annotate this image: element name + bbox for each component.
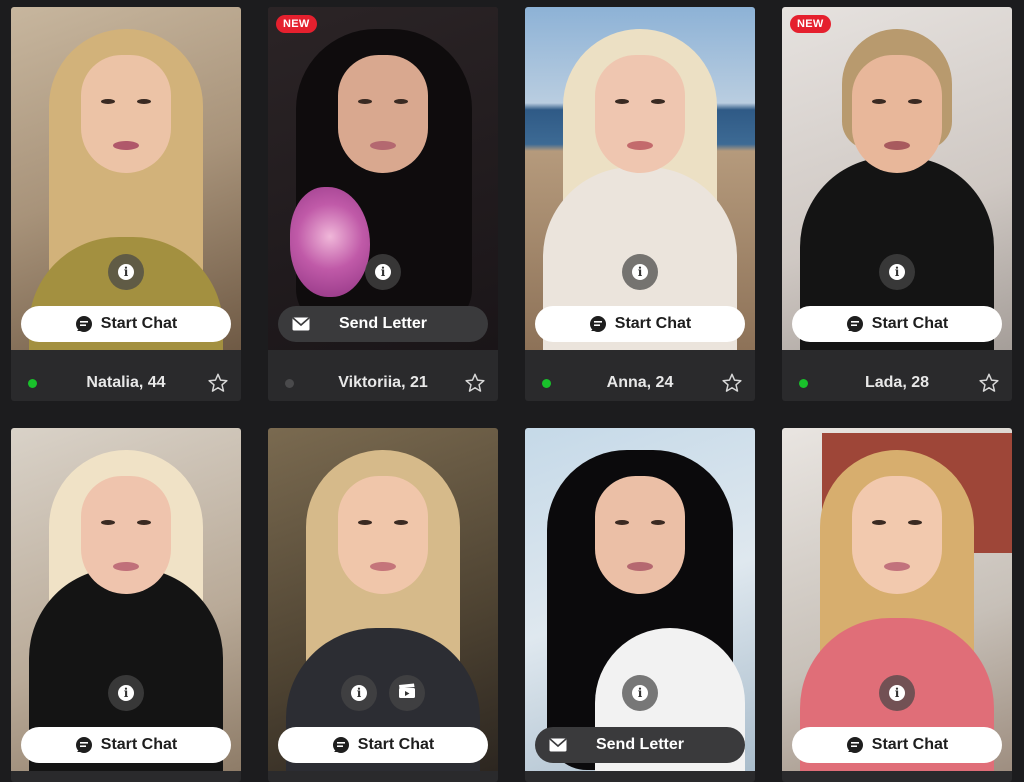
profile-card[interactable]: i Start Chat Anna, 24: [525, 7, 755, 401]
chat-bubble-icon: [846, 736, 864, 754]
profile-card[interactable]: NEW i Start Chat Lada, 28: [782, 7, 1012, 401]
video-clapperboard-button[interactable]: [389, 675, 425, 711]
send-letter-label: Send Letter: [338, 315, 427, 332]
start-chat-button[interactable]: Start Chat: [278, 727, 488, 763]
profile-photo[interactable]: [525, 7, 755, 350]
start-chat-label: Start Chat: [871, 315, 949, 332]
start-chat-button[interactable]: Start Chat: [21, 727, 231, 763]
envelope-icon: [292, 317, 310, 331]
favorite-star-icon[interactable]: [978, 372, 1000, 399]
start-chat-button[interactable]: Start Chat: [535, 306, 745, 342]
profile-photo[interactable]: [11, 428, 241, 771]
start-chat-label: Start Chat: [357, 736, 435, 753]
profile-info-button[interactable]: i: [879, 675, 915, 711]
info-icon: i: [632, 685, 648, 701]
new-badge: NEW: [276, 15, 317, 33]
start-chat-button[interactable]: Start Chat: [21, 306, 231, 342]
profile-card[interactable]: i Start Chat: [11, 428, 241, 782]
online-status-dot: [799, 378, 808, 388]
profile-card[interactable]: i Send Letter: [525, 428, 755, 782]
favorite-star-icon[interactable]: [464, 372, 486, 399]
start-chat-button[interactable]: Start Chat: [792, 727, 1002, 763]
chat-bubble-icon: [75, 315, 93, 333]
profile-photo[interactable]: [268, 7, 498, 350]
profile-footer: Viktoriia, 21: [268, 358, 498, 401]
profile-photo[interactable]: [782, 428, 1012, 771]
favorite-star-icon[interactable]: [721, 372, 743, 399]
start-chat-label: Start Chat: [614, 315, 692, 332]
profile-footer: Lada, 28: [782, 358, 1012, 401]
online-status-dot: [28, 378, 37, 388]
chat-bubble-icon: [846, 315, 864, 333]
info-icon: i: [118, 264, 134, 280]
offline-status-dot: [285, 378, 294, 388]
orchid-flower: [290, 187, 370, 297]
new-badge: NEW: [790, 15, 831, 33]
profile-info-button[interactable]: i: [622, 675, 658, 711]
profile-photo[interactable]: [268, 428, 498, 771]
profile-photo[interactable]: [782, 7, 1012, 350]
send-letter-label: Send Letter: [595, 736, 684, 753]
info-icon: i: [889, 685, 905, 701]
clapperboard-icon: [398, 683, 416, 704]
profile-card[interactable]: NEW i Send Letter Viktoriia, 21: [268, 7, 498, 401]
chat-bubble-icon: [332, 736, 350, 754]
info-icon: i: [375, 264, 391, 280]
info-icon: i: [118, 685, 134, 701]
start-chat-label: Start Chat: [100, 315, 178, 332]
profile-footer: Natalia, 44: [11, 358, 241, 401]
profile-card[interactable]: i Start Chat: [268, 428, 498, 782]
profile-info-button[interactable]: i: [341, 675, 377, 711]
start-chat-label: Start Chat: [871, 736, 949, 753]
online-status-dot: [542, 378, 551, 388]
profile-info-button[interactable]: i: [622, 254, 658, 290]
profile-card[interactable]: i Start Chat Natalia, 44: [11, 7, 241, 401]
profile-info-button[interactable]: i: [879, 254, 915, 290]
start-chat-button[interactable]: Start Chat: [792, 306, 1002, 342]
chat-bubble-icon: [589, 315, 607, 333]
envelope-icon: [549, 738, 567, 752]
info-icon: i: [889, 264, 905, 280]
favorite-star-icon[interactable]: [207, 372, 229, 399]
profile-info-button[interactable]: i: [108, 254, 144, 290]
profile-info-button[interactable]: i: [365, 254, 401, 290]
profile-footer: Anna, 24: [525, 358, 755, 401]
info-icon: i: [351, 685, 367, 701]
send-letter-button[interactable]: Send Letter: [535, 727, 745, 763]
profile-photo[interactable]: [11, 7, 241, 350]
profile-info-button[interactable]: i: [108, 675, 144, 711]
start-chat-label: Start Chat: [100, 736, 178, 753]
profile-photo[interactable]: [525, 428, 755, 771]
profile-card[interactable]: i Start Chat: [782, 428, 1012, 782]
send-letter-button[interactable]: Send Letter: [278, 306, 488, 342]
chat-bubble-icon: [75, 736, 93, 754]
info-icon: i: [632, 264, 648, 280]
